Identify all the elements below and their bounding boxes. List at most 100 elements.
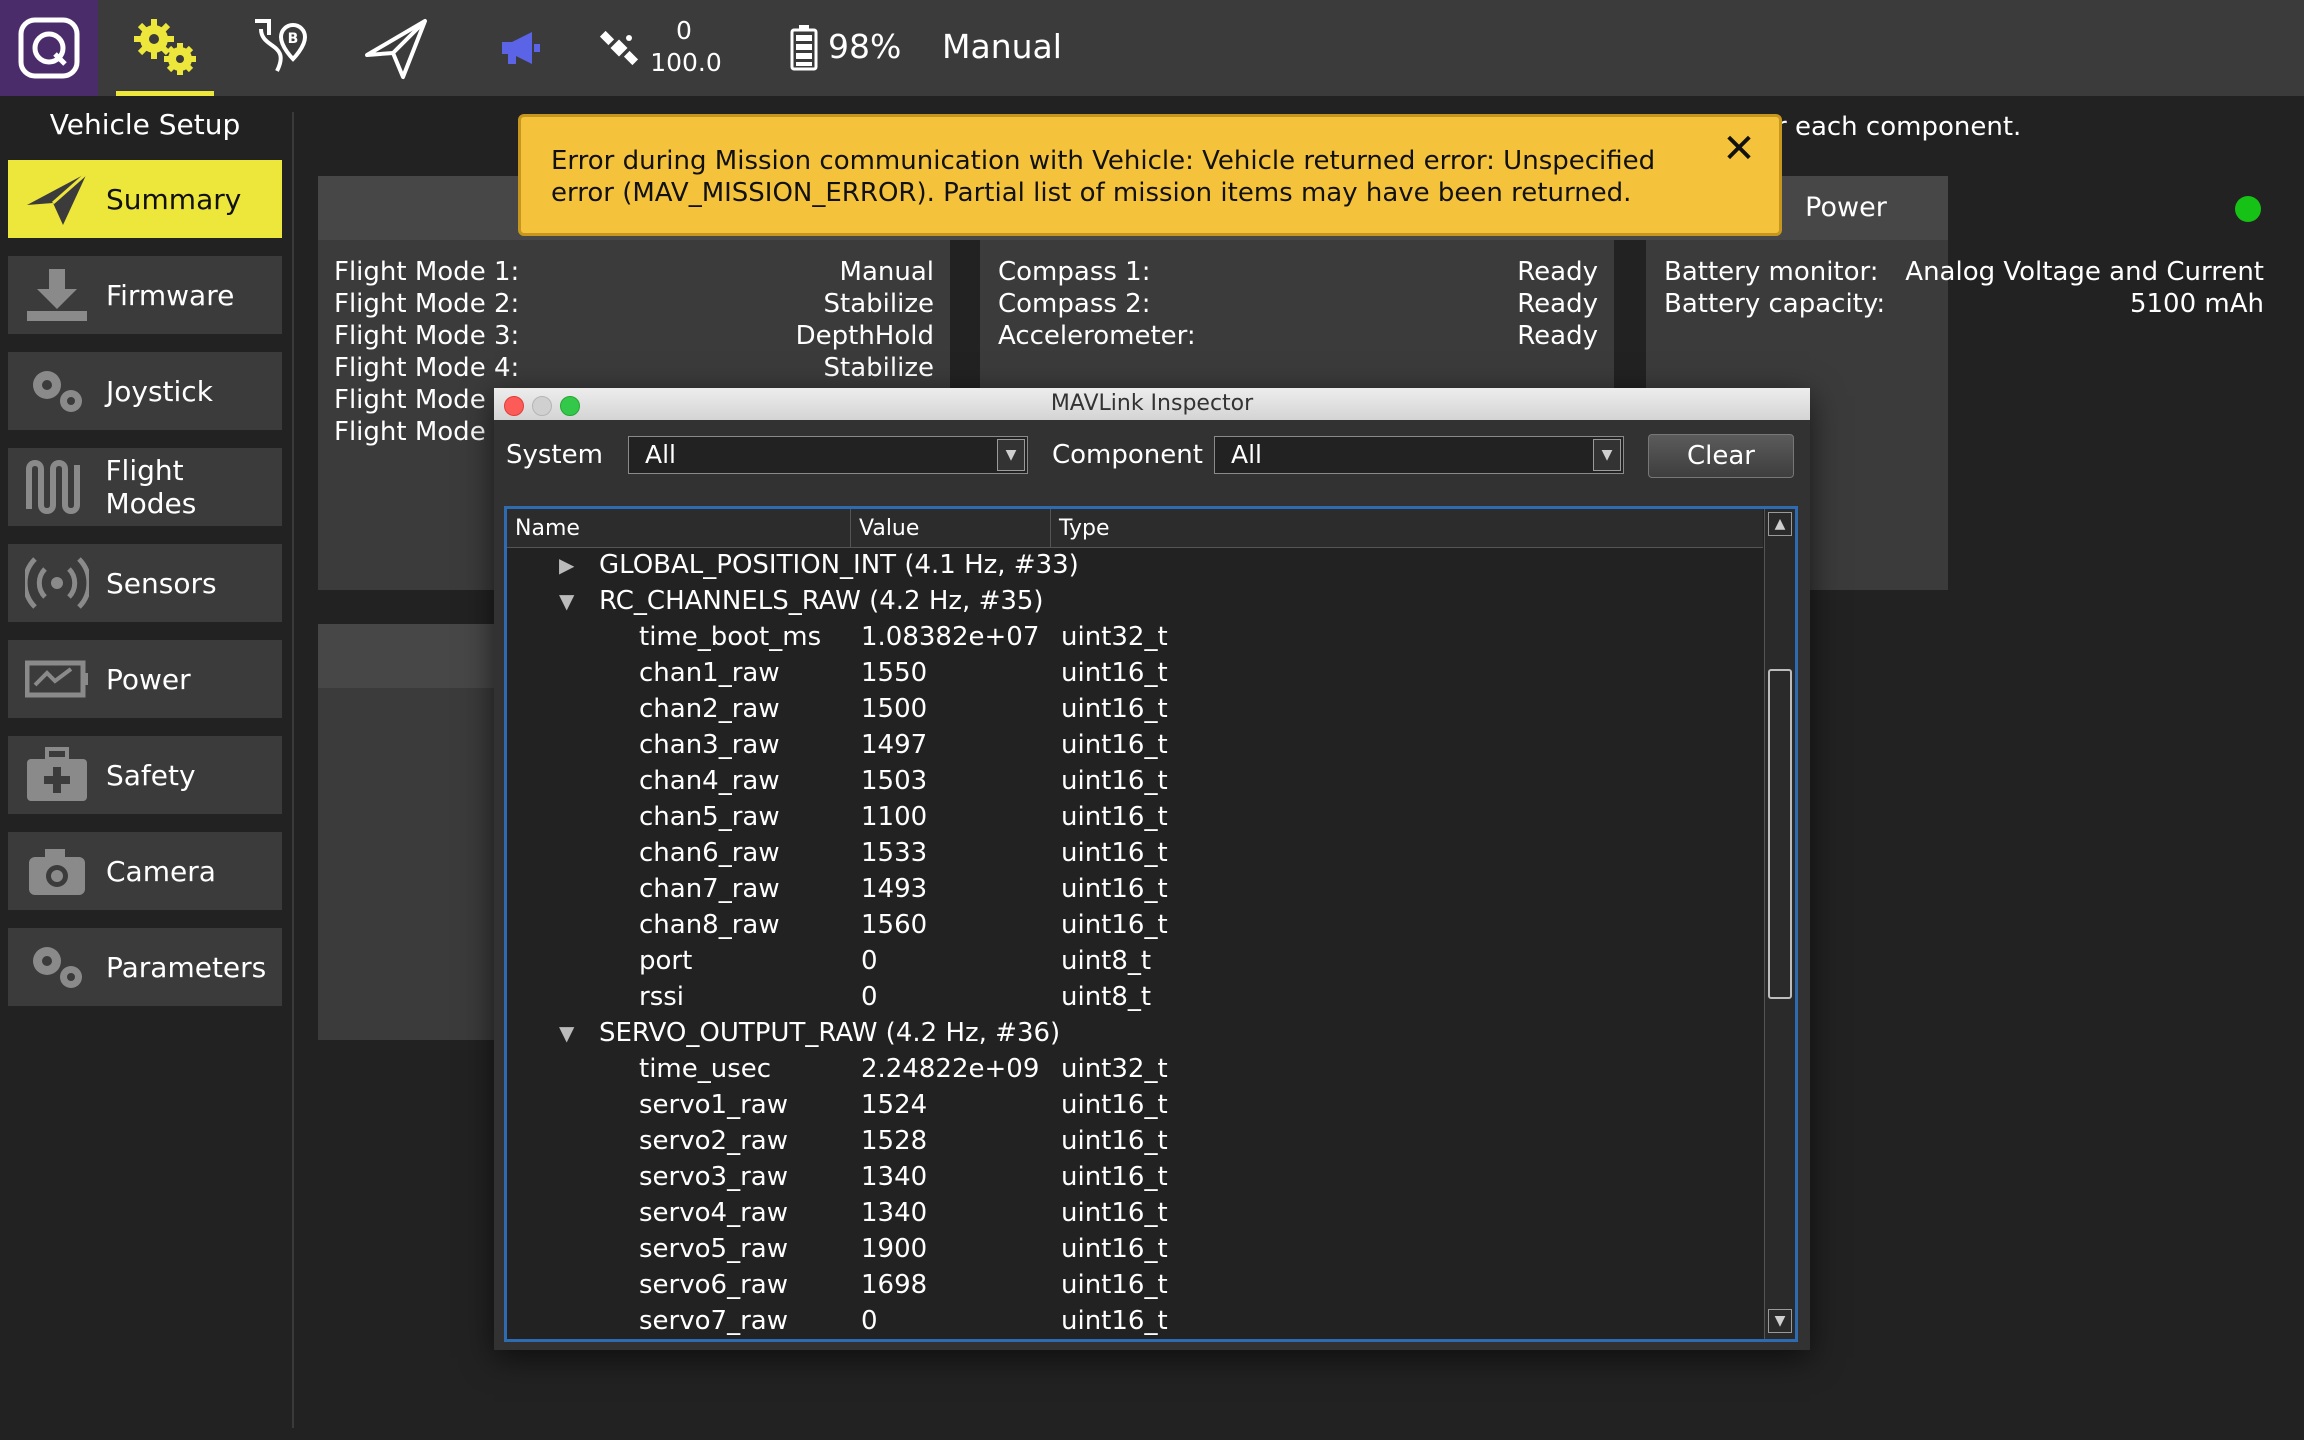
column-header-type[interactable]: Type bbox=[1051, 509, 1763, 547]
expanded-triangle-icon[interactable]: ▼ bbox=[559, 583, 574, 619]
field-row[interactable]: port 0 uint8_t bbox=[507, 943, 1763, 979]
sensors-panel: Compass 1: Ready Compass 2: Ready Accelero… bbox=[998, 256, 1598, 352]
messages-indicator[interactable] bbox=[490, 0, 550, 96]
sidebar-item-camera[interactable]: Camera bbox=[8, 832, 282, 910]
system-filter-label: System bbox=[506, 440, 603, 470]
scroll-down-arrow-icon[interactable]: ▼ bbox=[1768, 1309, 1792, 1333]
message-tree[interactable]: Name Value Type ▶ GLOBAL_POSITION_INT (4.… bbox=[504, 506, 1798, 1342]
sidebar-divider bbox=[292, 112, 294, 1428]
chevron-down-icon: ▼ bbox=[997, 439, 1025, 471]
paper-plane-icon bbox=[22, 169, 92, 229]
scroll-up-arrow-icon[interactable]: ▲ bbox=[1768, 512, 1792, 536]
clear-button[interactable]: Clear bbox=[1648, 434, 1794, 478]
field-row[interactable]: servo6_raw 1698 uint16_t bbox=[507, 1267, 1763, 1303]
sensor-label: Compass 2: bbox=[998, 289, 1151, 319]
sidebar-item-label: Camera bbox=[106, 854, 216, 888]
sidebar-item-parameters[interactable]: Parameters bbox=[8, 928, 282, 1006]
field-name: servo3_raw bbox=[639, 1162, 788, 1192]
field-row[interactable]: chan2_raw 1500 uint16_t bbox=[507, 691, 1763, 727]
battery-percent: 98% bbox=[828, 27, 902, 66]
system-filter-select[interactable]: All ▼ bbox=[628, 436, 1028, 474]
field-row[interactable]: chan1_raw 1550 uint16_t bbox=[507, 655, 1763, 691]
close-window-button[interactable] bbox=[504, 396, 524, 416]
window-title: MAVLink Inspector bbox=[1050, 391, 1254, 416]
message-group-row[interactable]: ▶ GLOBAL_POSITION_INT (4.1 Hz, #33) bbox=[507, 547, 1763, 583]
field-row[interactable]: chan5_raw 1100 uint16_t bbox=[507, 799, 1763, 835]
sidebar-item-summary[interactable]: Summary bbox=[8, 160, 282, 238]
field-row[interactable]: chan4_raw 1503 uint16_t bbox=[507, 763, 1763, 799]
field-type: uint16_t bbox=[1061, 1270, 1168, 1300]
gps-indicator[interactable] bbox=[594, 0, 644, 96]
mavlink-inspector-window: MAVLink Inspector System All ▼ Component… bbox=[494, 388, 1810, 1350]
field-row[interactable]: chan8_raw 1560 uint16_t bbox=[507, 907, 1763, 943]
sidebar-item-joystick[interactable]: Joystick bbox=[8, 352, 282, 430]
field-type: uint16_t bbox=[1061, 910, 1168, 940]
sensor-value: Ready bbox=[1517, 257, 1598, 287]
plan-view-button[interactable]: B bbox=[240, 0, 320, 96]
expanded-triangle-icon[interactable]: ▼ bbox=[559, 1015, 574, 1051]
field-name: chan3_raw bbox=[639, 730, 780, 760]
field-value: 1533 bbox=[861, 838, 928, 868]
gps-hdop: 100.0 bbox=[650, 48, 722, 77]
sidebar-item-safety[interactable]: Safety bbox=[8, 736, 282, 814]
sensor-label: Compass 1: bbox=[998, 257, 1151, 287]
maximize-window-button[interactable] bbox=[560, 396, 580, 416]
close-icon[interactable]: ✕ bbox=[1719, 129, 1759, 169]
field-row[interactable]: chan7_raw 1493 uint16_t bbox=[507, 871, 1763, 907]
field-name: servo6_raw bbox=[639, 1270, 788, 1300]
field-type: uint16_t bbox=[1061, 1090, 1168, 1120]
flight-mode-row: Flight Mode 4: Stabilize bbox=[334, 352, 934, 384]
field-type: uint16_t bbox=[1061, 802, 1168, 832]
field-row[interactable]: servo7_raw 0 uint16_t bbox=[507, 1303, 1763, 1339]
flight-mode-selector[interactable]: Manual bbox=[942, 27, 1062, 66]
field-type: uint16_t bbox=[1061, 1126, 1168, 1156]
field-row[interactable]: servo3_raw 1340 uint16_t bbox=[507, 1159, 1763, 1195]
field-row[interactable]: rssi 0 uint8_t bbox=[507, 979, 1763, 1015]
battery-indicator[interactable] bbox=[784, 0, 824, 96]
component-filter-select[interactable]: All ▼ bbox=[1214, 436, 1624, 474]
sidebar-item-label: Firmware bbox=[106, 278, 235, 312]
field-row[interactable]: servo1_raw 1524 uint16_t bbox=[507, 1087, 1763, 1123]
minimize-window-button[interactable] bbox=[532, 396, 552, 416]
message-group-row[interactable]: ▼ SERVO_OUTPUT_RAW (4.2 Hz, #36) bbox=[507, 1015, 1763, 1051]
vertical-scrollbar[interactable]: ▲ ▼ bbox=[1764, 509, 1795, 1339]
sidebar-item-firmware[interactable]: Firmware bbox=[8, 256, 282, 334]
field-name: servo5_raw bbox=[639, 1234, 788, 1264]
first-aid-icon bbox=[22, 745, 92, 805]
field-row[interactable]: servo5_raw 1900 uint16_t bbox=[507, 1231, 1763, 1267]
fly-view-button[interactable] bbox=[356, 0, 436, 96]
sensor-row: Accelerometer: Ready bbox=[998, 320, 1598, 352]
field-type: uint16_t bbox=[1061, 766, 1168, 796]
svg-text:B: B bbox=[288, 31, 299, 47]
window-titlebar[interactable]: MAVLink Inspector bbox=[494, 388, 1810, 420]
power-row: Battery capacity: 5100 mAh bbox=[1664, 288, 2264, 320]
sidebar-item-label: Summary bbox=[106, 182, 242, 216]
field-row[interactable]: chan3_raw 1497 uint16_t bbox=[507, 727, 1763, 763]
collapsed-triangle-icon[interactable]: ▶ bbox=[559, 547, 574, 583]
field-row[interactable]: time_boot_ms 1.08382e+07 uint32_t bbox=[507, 619, 1763, 655]
message-group-name: GLOBAL_POSITION_INT (4.1 Hz, #33) bbox=[599, 550, 1079, 580]
sidebar-item-sensors[interactable]: Sensors bbox=[8, 544, 282, 622]
column-header-name[interactable]: Name bbox=[507, 509, 851, 547]
flight-mode-value: Manual bbox=[839, 257, 934, 287]
power-value: Analog Voltage and Current bbox=[1905, 257, 2264, 287]
component-filter-label: Component bbox=[1052, 440, 1203, 470]
battery-chart-icon bbox=[22, 649, 92, 709]
field-row[interactable]: chan6_raw 1533 uint16_t bbox=[507, 835, 1763, 871]
sidebar-item-label: Sensors bbox=[106, 566, 217, 600]
field-row[interactable]: time_usec 2.24822e+09 uint32_t bbox=[507, 1051, 1763, 1087]
flight-mode-row: Flight Mode 1: Manual bbox=[334, 256, 934, 288]
field-row[interactable]: servo4_raw 1340 uint16_t bbox=[507, 1195, 1763, 1231]
field-name: chan1_raw bbox=[639, 658, 780, 688]
sidebar-item-flight-modes[interactable]: Flight Modes bbox=[8, 448, 282, 526]
sidebar-item-power[interactable]: Power bbox=[8, 640, 282, 718]
field-row[interactable]: servo2_raw 1528 uint16_t bbox=[507, 1123, 1763, 1159]
system-filter-value: All bbox=[645, 440, 676, 469]
field-type: uint16_t bbox=[1061, 694, 1168, 724]
field-value: 1.08382e+07 bbox=[861, 622, 1040, 652]
vehicle-setup-button[interactable] bbox=[116, 0, 214, 96]
qgc-logo-button[interactable] bbox=[0, 0, 98, 96]
column-header-value[interactable]: Value bbox=[851, 509, 1051, 547]
message-group-row[interactable]: ▼ RC_CHANNELS_RAW (4.2 Hz, #35) bbox=[507, 583, 1763, 619]
scrollbar-thumb[interactable] bbox=[1768, 669, 1792, 999]
